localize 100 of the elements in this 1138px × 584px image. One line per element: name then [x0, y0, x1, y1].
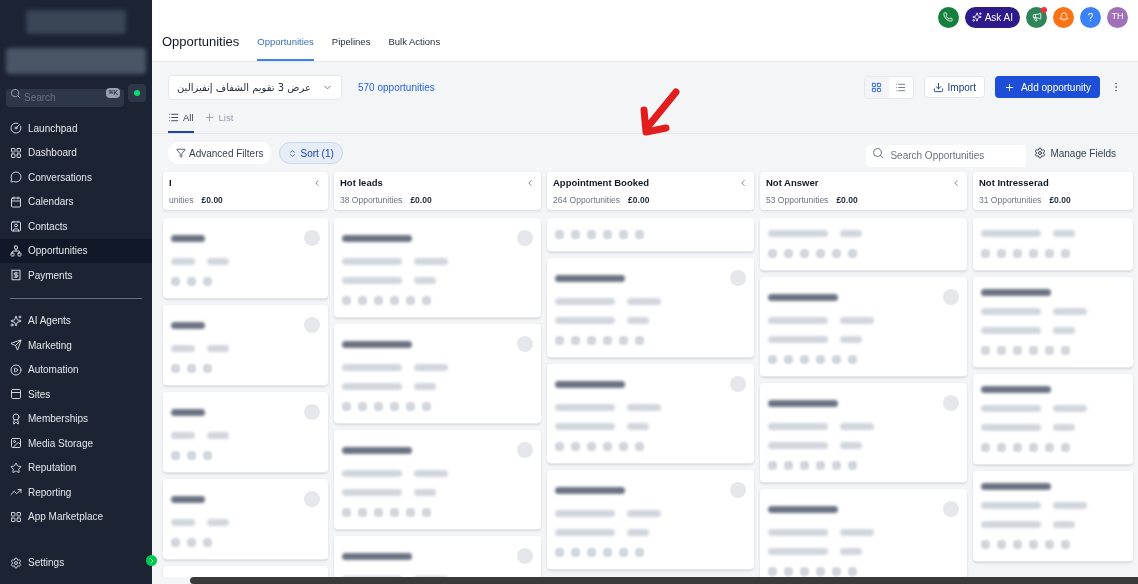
avatar-icon[interactable] [943, 289, 959, 305]
blurred-text [840, 529, 874, 536]
nav-icon [10, 171, 22, 184]
view-toggle-button[interactable] [864, 76, 889, 98]
collapse-icon[interactable] [738, 177, 748, 188]
add-opportunity-button[interactable]: Add opportunity [994, 76, 1100, 98]
nav-item[interactable]: Marketing [0, 333, 152, 358]
nav-item[interactable]: Reputation [0, 455, 152, 480]
opportunity-card[interactable] [760, 489, 967, 577]
blurred-text [768, 293, 838, 301]
grid-icon [871, 81, 883, 93]
settings-icon [1034, 147, 1047, 159]
page-title: Opportunities [162, 32, 240, 51]
phone-button[interactable] [937, 6, 959, 28]
nav-item[interactable]: Automation [0, 357, 152, 382]
manage-fields-button[interactable]: Manage Fields [1034, 145, 1122, 161]
avatar-icon[interactable] [943, 501, 959, 517]
account-switcher[interactable] [6, 48, 146, 74]
blurred-text [171, 408, 205, 416]
blurred-text [342, 470, 402, 477]
pipeline-dropdown[interactable]: عرض 3 تقويم الشفاف إنفيزالين [168, 74, 342, 100]
notifications-button[interactable] [1053, 6, 1074, 28]
annotation-arrow [638, 86, 682, 138]
blurred-text [768, 317, 828, 324]
sort-button[interactable]: Sort (1) [279, 142, 343, 164]
blurred-text [342, 258, 402, 265]
avatar-icon[interactable] [517, 230, 533, 246]
column-count: 53 Opportunities [766, 193, 829, 207]
avatar-icon[interactable] [517, 548, 533, 564]
nav-item[interactable]: Payments [0, 263, 152, 288]
nav-item[interactable]: App Marketplace [0, 504, 152, 529]
header-tab[interactable]: Pipelines [331, 34, 371, 61]
avatar-icon[interactable] [517, 336, 533, 352]
nav-item[interactable]: Conversations [0, 165, 152, 190]
horizontal-scrollbar[interactable] [190, 577, 1138, 584]
avatar-icon[interactable] [730, 270, 746, 286]
nav-icon [10, 122, 22, 135]
advanced-filters-button[interactable]: Advanced Filters [168, 142, 272, 164]
blurred-text [171, 321, 205, 329]
blurred-text [171, 234, 205, 242]
nav-item[interactable]: Reporting [0, 480, 152, 505]
help-button[interactable]: ? [1080, 6, 1101, 28]
blurred-text [171, 519, 195, 526]
opportunity-card[interactable] [334, 430, 541, 530]
download-icon [932, 81, 944, 93]
avatar-icon[interactable] [943, 395, 959, 411]
opportunity-card[interactable] [760, 277, 967, 377]
blurred-text [207, 432, 229, 439]
blurred-text [981, 424, 1041, 431]
opportunity-card[interactable] [547, 258, 754, 358]
nav-item[interactable]: Media Storage [0, 431, 152, 456]
announcements-button[interactable] [1026, 6, 1047, 28]
opportunity-card[interactable] [334, 218, 541, 318]
nav-item[interactable]: Sites [0, 382, 152, 407]
avatar-icon[interactable] [517, 442, 533, 458]
nav-item[interactable]: Opportunities [0, 238, 152, 263]
opportunity-card[interactable] [547, 470, 754, 570]
nav-item[interactable]: Memberships [0, 406, 152, 431]
avatar-icon[interactable] [304, 230, 320, 246]
blurred-text [342, 552, 412, 560]
collapse-icon[interactable] [312, 177, 322, 188]
blurred-text [555, 529, 615, 536]
opportunity-card[interactable] [973, 471, 1133, 562]
collapse-icon[interactable] [525, 177, 535, 188]
nav-item[interactable]: AI Agents [0, 308, 152, 333]
avatar-icon[interactable] [304, 404, 320, 420]
blurred-text [171, 345, 195, 352]
view-tab[interactable]: All [168, 110, 194, 133]
nav-item[interactable]: Calendars [0, 189, 152, 214]
nav-item[interactable]: Launchpad [0, 116, 152, 141]
opportunity-card[interactable] [334, 324, 541, 424]
opportunity-card[interactable] [547, 364, 754, 464]
blurred-text [768, 529, 828, 536]
nav-icon [10, 363, 22, 376]
blurred-text [768, 399, 838, 407]
blurred-text [555, 486, 625, 494]
nav-item[interactable]: Dashboard [0, 140, 152, 165]
user-avatar[interactable]: TH [1107, 6, 1128, 28]
opportunity-card[interactable] [973, 277, 1133, 368]
blurred-text [1053, 521, 1075, 528]
search-field[interactable]: Search Opportunities [866, 144, 1027, 167]
bell-icon [1058, 12, 1069, 22]
import-button[interactable]: Import [923, 76, 985, 98]
header-tab[interactable]: Bulk Actions [388, 34, 441, 61]
ask-ai-button[interactable]: Ask AI [964, 6, 1020, 28]
avatar-icon[interactable] [304, 317, 320, 333]
opportunity-card[interactable] [760, 383, 967, 483]
blurred-text [768, 230, 828, 237]
collapse-icon[interactable] [951, 177, 961, 188]
collapse-handle[interactable] [146, 555, 157, 566]
blurred-text [840, 423, 874, 430]
header-tab[interactable]: Opportunities [257, 34, 314, 61]
avatar-icon[interactable] [304, 491, 320, 507]
avatar-icon[interactable] [730, 482, 746, 498]
nav-item[interactable]: Contacts [0, 214, 152, 239]
avatar-icon[interactable] [730, 376, 746, 392]
settings-nav-item[interactable]: Settings [6, 555, 146, 570]
column-title: I [169, 175, 172, 190]
quick-action-button[interactable] [128, 84, 146, 102]
opportunity-card[interactable] [973, 374, 1133, 465]
